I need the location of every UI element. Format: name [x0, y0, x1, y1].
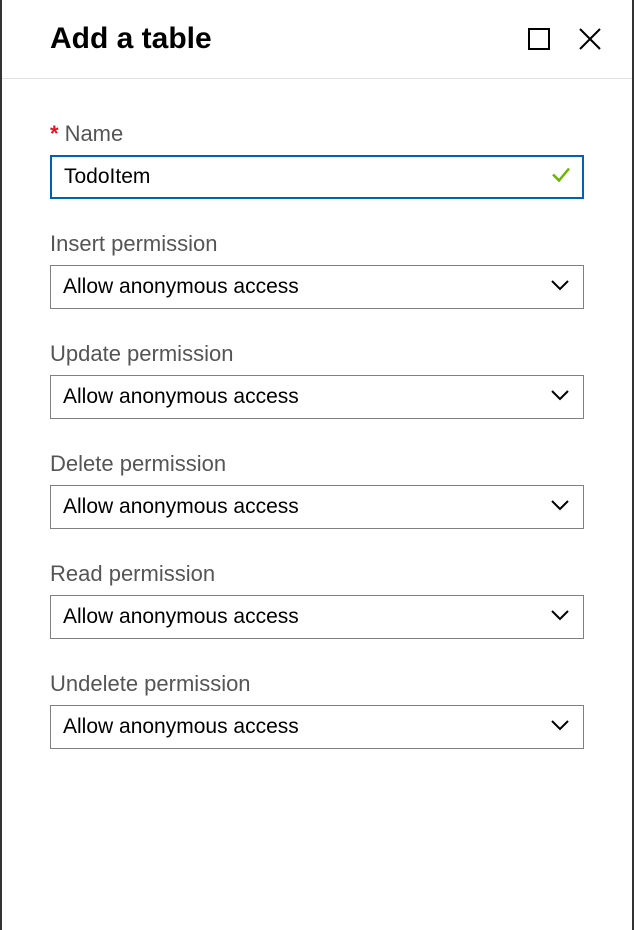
insert-permission-field: Insert permission Allow anonymous access: [50, 231, 584, 309]
close-icon: [578, 27, 602, 51]
read-permission-field: Read permission Allow anonymous access: [50, 561, 584, 639]
undelete-permission-label: Undelete permission: [50, 671, 584, 697]
delete-permission-label: Delete permission: [50, 451, 584, 477]
required-indicator: *: [50, 121, 59, 147]
delete-permission-select[interactable]: Allow anonymous access: [50, 485, 584, 529]
read-permission-select[interactable]: Allow anonymous access: [50, 595, 584, 639]
name-input[interactable]: [50, 155, 584, 199]
close-button[interactable]: [578, 27, 602, 51]
maximize-icon: [528, 28, 550, 50]
panel-content: * Name Insert permission Allow anonymous…: [2, 79, 632, 823]
read-permission-value: Allow anonymous access: [63, 605, 299, 629]
undelete-permission-select-wrap: Allow anonymous access: [50, 705, 584, 749]
update-permission-field: Update permission Allow anonymous access: [50, 341, 584, 419]
insert-permission-label: Insert permission: [50, 231, 584, 257]
insert-permission-select[interactable]: Allow anonymous access: [50, 265, 584, 309]
delete-permission-select-wrap: Allow anonymous access: [50, 485, 584, 529]
update-permission-select-wrap: Allow anonymous access: [50, 375, 584, 419]
update-permission-value: Allow anonymous access: [63, 385, 299, 409]
header-actions: [528, 27, 602, 51]
read-permission-select-wrap: Allow anonymous access: [50, 595, 584, 639]
delete-permission-field: Delete permission Allow anonymous access: [50, 451, 584, 529]
delete-permission-value: Allow anonymous access: [63, 495, 299, 519]
name-input-wrap: [50, 155, 584, 199]
name-field: * Name: [50, 121, 584, 199]
maximize-button[interactable]: [528, 28, 550, 50]
undelete-permission-field: Undelete permission Allow anonymous acce…: [50, 671, 584, 749]
panel-header: Add a table: [2, 0, 632, 79]
name-label: * Name: [50, 121, 584, 147]
update-permission-label: Update permission: [50, 341, 584, 367]
update-permission-select[interactable]: Allow anonymous access: [50, 375, 584, 419]
undelete-permission-value: Allow anonymous access: [63, 715, 299, 739]
read-permission-label: Read permission: [50, 561, 584, 587]
insert-permission-value: Allow anonymous access: [63, 275, 299, 299]
name-label-text: Name: [65, 121, 124, 147]
panel-title: Add a table: [50, 22, 212, 56]
insert-permission-select-wrap: Allow anonymous access: [50, 265, 584, 309]
undelete-permission-select[interactable]: Allow anonymous access: [50, 705, 584, 749]
